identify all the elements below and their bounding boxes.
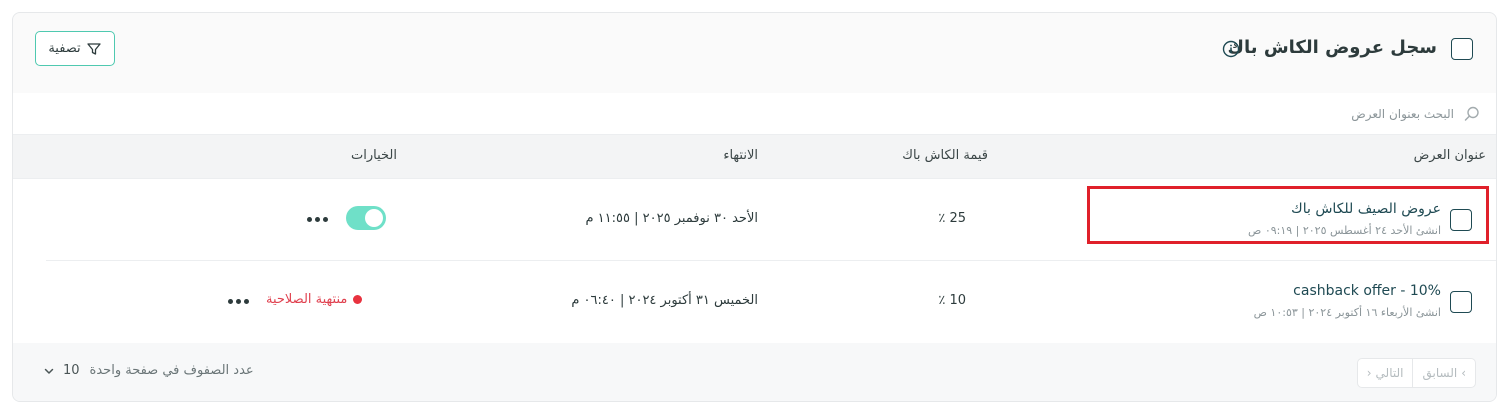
cashback-value: 10 ٪ — [938, 293, 966, 308]
select-all-checkbox[interactable] — [1451, 38, 1473, 60]
status-dot — [353, 295, 363, 304]
cashback-offers-card: سجل عروض الكاش باك تصفية عنوان العرض قيم… — [12, 12, 1497, 402]
page-title: سجل عروض الكاش باك — [1227, 37, 1437, 58]
rows-per-page-select[interactable]: 10 — [43, 363, 80, 378]
more-options-button[interactable] — [226, 289, 250, 313]
more-options-button[interactable] — [305, 207, 329, 231]
offer-created-date: انشئ الأربعاء ١٦ أكتوبر ٢٠٢٤ | ١٠:٥٣ ص — [1253, 306, 1441, 319]
row-checkbox[interactable] — [1450, 291, 1472, 313]
offer-created-date: انشئ الأحد ٢٤ أغسطس ٢٠٢٥ | ٠٩:١٩ ص — [1248, 224, 1441, 237]
active-toggle[interactable] — [346, 206, 386, 230]
offer-title[interactable]: cashback offer - 10% — [1293, 283, 1441, 299]
filter-button[interactable]: تصفية — [35, 31, 115, 66]
rows-per-page: 10 عدد الصفوف في صفحة واحدة — [43, 363, 254, 378]
rows-per-page-label: عدد الصفوف في صفحة واحدة — [89, 363, 254, 378]
column-header-options: الخيارات — [351, 148, 397, 163]
status-badge: منتهية الصلاحية — [266, 292, 363, 307]
next-page-button[interactable]: التالي ‹ — [1358, 359, 1414, 387]
search-input[interactable] — [854, 101, 1454, 127]
prev-page-button[interactable]: › السابق — [1413, 359, 1475, 387]
end-date: الأحد ٣٠ نوفمبر ٢٠٢٥ | ١١:٥٥ م — [585, 211, 758, 226]
chevron-right-icon: › — [1461, 366, 1466, 380]
info-icon[interactable] — [1222, 40, 1240, 58]
offer-title[interactable]: عروض الصيف للكاش باك — [1291, 201, 1441, 217]
column-header-title: عنوان العرض — [1413, 148, 1486, 163]
table-footer: › السابق التالي ‹ 10 عدد الصفوف في صفحة … — [13, 343, 1496, 401]
column-header-end: الانتهاء — [723, 148, 758, 163]
filter-button-label: تصفية — [48, 41, 81, 56]
search-icon — [1464, 106, 1479, 121]
chevron-left-icon: ‹ — [1366, 366, 1372, 380]
row-checkbox[interactable] — [1450, 209, 1472, 231]
rows-per-page-value: 10 — [63, 363, 80, 378]
status-label: منتهية الصلاحية — [266, 292, 348, 307]
search-bar — [13, 93, 1496, 135]
cashback-value: 25 ٪ — [938, 211, 966, 226]
card-header: سجل عروض الكاش باك تصفية — [13, 13, 1496, 93]
chevron-down-icon — [44, 368, 54, 374]
toggle-knob — [365, 209, 383, 227]
table-row: عروض الصيف للكاش باك انشئ الأحد ٢٤ أغسطس… — [13, 179, 1496, 261]
pagination: › السابق التالي ‹ — [1356, 358, 1476, 388]
filter-icon — [87, 42, 101, 55]
table-row: cashback offer - 10% انشئ الأربعاء ١٦ أك… — [13, 261, 1496, 343]
column-header-cashback-value: قيمة الكاش باك — [902, 148, 988, 163]
table-header: عنوان العرض قيمة الكاش باك الانتهاء الخي… — [13, 135, 1496, 179]
end-date: الخميس ٣١ أكتوبر ٢٠٢٤ | ٠٦:٤٠ م — [571, 293, 758, 308]
